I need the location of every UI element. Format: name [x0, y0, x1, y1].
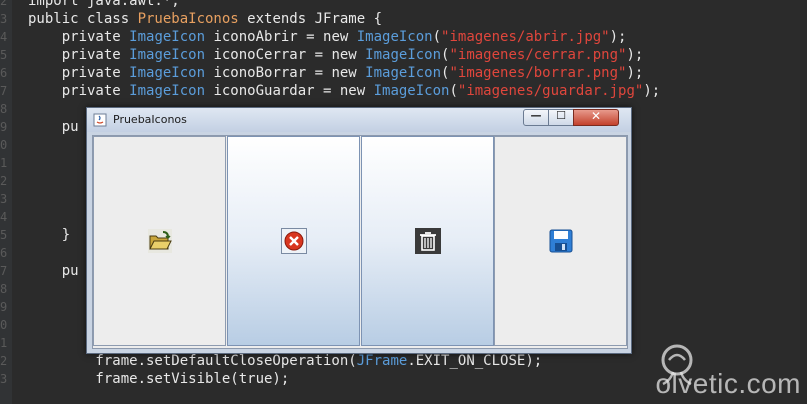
close-icon: ✕ — [590, 109, 602, 123]
maximize-icon: ☐ — [556, 109, 566, 122]
line-number: 2 — [0, 0, 8, 8]
line-number: 6 — [0, 66, 8, 80]
line-number: 1 — [0, 156, 8, 170]
code-token: iconoCerrar = new — [205, 47, 366, 63]
code-token: "imagenes/guardar.jpg" — [457, 83, 644, 99]
close-window-button[interactable]: ✕ — [573, 109, 619, 126]
code-token: public class — [28, 11, 138, 27]
line-number: 7 — [0, 264, 8, 278]
abrir-button[interactable] — [93, 136, 226, 346]
code-token: ImageIcon — [129, 29, 206, 45]
code-token: ImageIcon — [365, 65, 442, 81]
line-number: 2 — [0, 354, 8, 368]
code-token: iconoBorrar = new — [205, 65, 366, 81]
code-token: ImageIcon — [129, 65, 206, 81]
line-number: 4 — [0, 210, 8, 224]
line-number: 9 — [0, 300, 8, 314]
code-token: PruebaIconos — [137, 11, 239, 27]
code-token: iconoGuardar = new — [205, 83, 374, 99]
code-token: ); — [643, 83, 661, 99]
line-number: 3 — [0, 12, 8, 26]
code-token: private — [28, 47, 130, 63]
code-token: .EXIT_ON_CLOSE); — [407, 353, 543, 369]
guardar-button[interactable] — [494, 136, 627, 346]
jframe-window[interactable]: PruebaIconos — ☐ ✕ — [86, 107, 632, 354]
line-number: 1 — [0, 336, 8, 350]
line-number: 7 — [0, 84, 8, 98]
line-number: 3 — [0, 372, 8, 386]
code-token: "imagenes/abrir.jpg" — [441, 29, 610, 45]
code-text: private ImageIcon iconoGuardar = new Ima… — [28, 82, 660, 100]
code-token: ); — [626, 65, 644, 81]
line-number: 4 — [0, 30, 8, 44]
code-text: pu — [28, 263, 79, 279]
java-icon — [93, 113, 107, 127]
code-token: frame.setVisible(true); — [28, 371, 290, 387]
line-number: 6 — [0, 246, 8, 260]
maximize-button[interactable]: ☐ — [548, 109, 574, 126]
code-token: private — [28, 83, 130, 99]
line-number: 3 — [0, 192, 8, 206]
code-token: ImageIcon — [356, 29, 433, 45]
code-token: private — [28, 29, 130, 45]
line-number: 2 — [0, 174, 8, 188]
minimize-button[interactable]: — — [523, 109, 549, 126]
code-token: ImageIcon — [129, 47, 206, 63]
window-titlebar[interactable]: PruebaIconos — ☐ ✕ — [87, 108, 631, 132]
window-title: PruebaIconos — [113, 113, 187, 126]
cerrar-button[interactable] — [227, 136, 360, 346]
code-line: 2 import java.awt.*; — [0, 0, 807, 10]
borrar-button[interactable] — [361, 136, 494, 346]
code-token: ); — [626, 47, 644, 63]
code-token: iconoAbrir = new — [205, 29, 357, 45]
code-text: private ImageIcon iconoBorrar = new Imag… — [28, 64, 644, 82]
code-text: public class PruebaIconos extends JFrame… — [28, 10, 382, 28]
open-folder-icon — [147, 229, 172, 253]
code-token: ImageIcon — [373, 83, 450, 99]
code-line: 3 public class PruebaIconos extends JFram… — [0, 10, 807, 28]
code-text: frame.setDefaultCloseOperation(JFrame.EX… — [28, 352, 542, 370]
code-token: ImageIcon — [365, 47, 442, 63]
code-token: private — [28, 65, 130, 81]
save-disk-icon — [549, 229, 572, 253]
code-token: frame.setDefaultCloseOperation( — [28, 353, 357, 369]
code-token: "imagenes/cerrar.png" — [449, 47, 627, 63]
code-line: 5 private ImageIcon iconoCerrar = new Im… — [0, 46, 807, 64]
code-text: import java.awt.*; — [28, 0, 180, 9]
watermark-text: olvetic.com — [655, 368, 801, 399]
code-token: ImageIcon — [129, 83, 206, 99]
line-number: 0 — [0, 138, 8, 152]
line-number: 8 — [0, 282, 8, 296]
code-text: pu — [28, 119, 79, 135]
line-number: 0 — [0, 318, 8, 332]
code-text: private ImageIcon iconoCerrar = new Imag… — [28, 46, 644, 64]
close-circle-icon — [280, 228, 307, 254]
code-line: 6 private ImageIcon iconoBorrar = new Im… — [0, 64, 807, 82]
line-number: 8 — [0, 102, 8, 116]
line-number: 5 — [0, 48, 8, 62]
code-token: ); — [609, 29, 627, 45]
content-pane — [92, 135, 628, 349]
code-line: 4 private ImageIcon iconoAbrir = new Ima… — [0, 28, 807, 46]
code-line: 7 private ImageIcon iconoGuardar = new I… — [0, 82, 807, 100]
code-text: private ImageIcon iconoAbrir = new Image… — [28, 28, 627, 46]
trash-icon — [414, 228, 441, 254]
minimize-icon: — — [530, 109, 542, 122]
code-token: extends JFrame { — [238, 11, 383, 27]
code-token: "imagenes/borrar.png" — [449, 65, 627, 81]
code-token: JFrame — [356, 353, 408, 369]
code-text: } — [28, 227, 71, 243]
code-token: ( — [432, 29, 442, 45]
line-number: 9 — [0, 120, 8, 134]
code-token: ( — [449, 83, 458, 99]
code-text: frame.setVisible(true); — [28, 370, 289, 388]
line-number: 5 — [0, 228, 8, 242]
